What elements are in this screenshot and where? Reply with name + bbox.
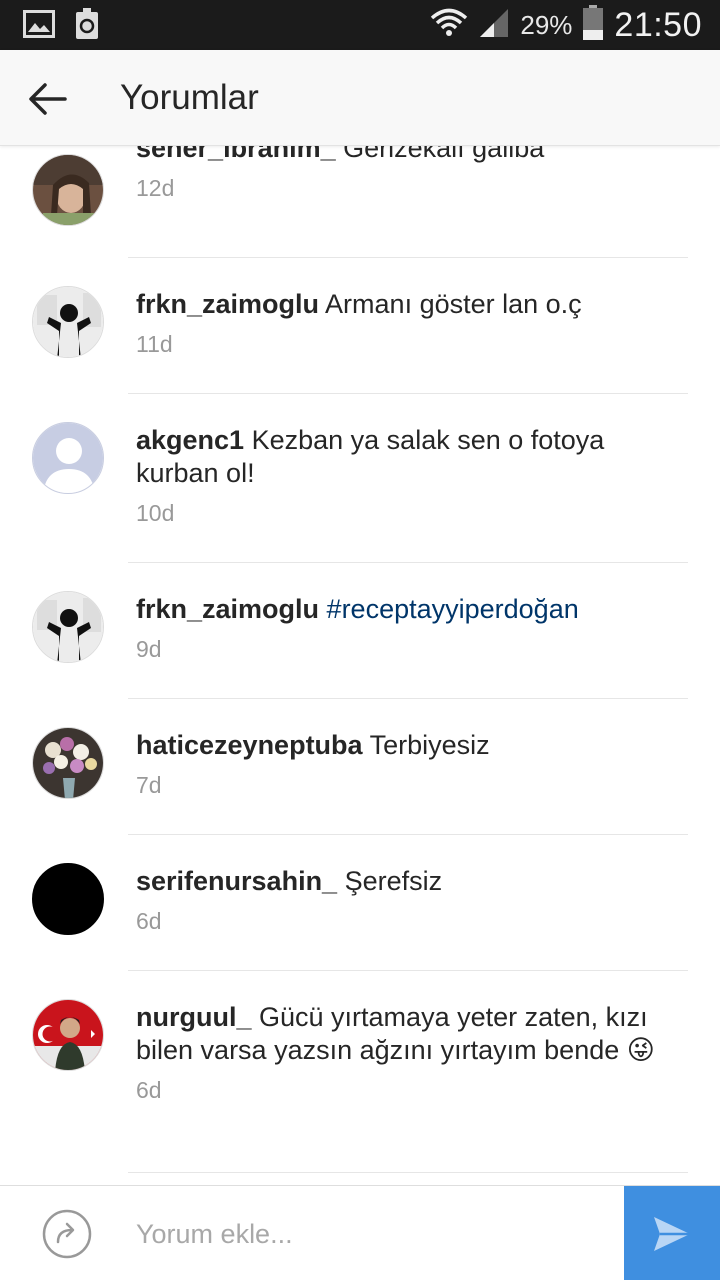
- avatar[interactable]: [32, 863, 104, 935]
- comment-text: haticezeyneptuba Terbiyesiz: [136, 729, 656, 762]
- send-icon: [654, 1216, 690, 1251]
- avatar[interactable]: [32, 286, 104, 358]
- comment-time: 6d: [136, 1077, 162, 1103]
- avatar[interactable]: [32, 591, 104, 663]
- comment-time: 10d: [136, 500, 175, 526]
- status-bar: 29% 21:50: [0, 0, 720, 50]
- recycle-icon: [70, 8, 104, 40]
- comment-text: seher_ibrahim_ Gerizekalı galiba: [136, 146, 656, 165]
- comment-message: Armanı göster lan o.ç: [325, 289, 582, 319]
- comment-item: [0, 1173, 720, 1185]
- comment-text: frkn_zaimoglu #receptayyiperdoğan: [136, 593, 656, 626]
- comment-username[interactable]: haticezeyneptuba: [136, 730, 363, 760]
- comment-message: Gerizekalı galiba: [343, 146, 545, 163]
- comment-time: 7d: [136, 772, 162, 798]
- comment-time: 6d: [136, 908, 162, 934]
- send-button[interactable]: [624, 1186, 720, 1280]
- clock: 21:50: [614, 5, 702, 44]
- comment-message: Şerefsiz: [344, 866, 443, 896]
- comment-item: seher_ibrahim_ Gerizekalı galiba 12d: [0, 146, 720, 258]
- comment-username[interactable]: frkn_zaimoglu: [136, 594, 319, 624]
- comment-username[interactable]: seher_ibrahim_: [136, 146, 336, 163]
- back-button[interactable]: [22, 74, 72, 124]
- avatar[interactable]: [32, 727, 104, 799]
- comment-text: nurguul_ Gücü yırtamaya yeter zaten, kız…: [136, 1001, 656, 1067]
- comment-item: haticezeyneptuba Terbiyesiz 7d: [0, 699, 720, 835]
- comment-username[interactable]: nurguul_: [136, 1002, 252, 1032]
- share-button[interactable]: [42, 1209, 92, 1259]
- wifi-icon: [430, 7, 468, 44]
- signal-icon: [478, 7, 510, 44]
- comment-item: akgenc1 Kezban ya salak sen o fotoya kur…: [0, 394, 720, 563]
- comment-time: 11d: [136, 331, 173, 357]
- comment-username[interactable]: frkn_zaimoglu: [136, 289, 319, 319]
- comments-list[interactable]: seher_ibrahim_ Gerizekalı galiba 12d frk…: [0, 146, 720, 1185]
- comment-text: serifenursahin_ Şerefsiz: [136, 865, 656, 898]
- share-arrow-icon: [42, 1209, 92, 1259]
- comment-time: 9d: [136, 636, 162, 662]
- comment-text: akgenc1 Kezban ya salak sen o fotoya kur…: [136, 424, 656, 490]
- hashtag-link[interactable]: #receptayyiperdoğan: [327, 594, 579, 624]
- comment-username[interactable]: serifenursahin_: [136, 866, 337, 896]
- comment-message: Terbiyesiz: [369, 730, 490, 760]
- avatar[interactable]: [32, 422, 104, 494]
- comment-text: frkn_zaimoglu Armanı göster lan o.ç: [136, 288, 656, 321]
- comment-composer: [0, 1185, 720, 1280]
- avatar[interactable]: [32, 999, 104, 1071]
- avatar[interactable]: [32, 154, 104, 226]
- arrow-left-icon: [29, 83, 67, 115]
- comment-item: frkn_zaimoglu Armanı göster lan o.ç 11d: [0, 258, 720, 394]
- page-title: Yorumlar: [120, 78, 259, 117]
- comment-item: serifenursahin_ Şerefsiz 6d: [0, 835, 720, 971]
- comment-time: 12d: [136, 175, 175, 201]
- app-header: Yorumlar: [0, 50, 720, 146]
- gallery-icon: [22, 8, 56, 40]
- comment-input[interactable]: [120, 1206, 610, 1262]
- wink-emoji: 😜: [626, 1035, 655, 1065]
- comment-item: nurguul_ Gücü yırtamaya yeter zaten, kız…: [0, 971, 720, 1173]
- comment-username[interactable]: akgenc1: [136, 425, 244, 455]
- battery-percent: 29%: [520, 9, 573, 40]
- battery-icon: [582, 4, 604, 46]
- comment-item: frkn_zaimoglu #receptayyiperdoğan 9d: [0, 563, 720, 699]
